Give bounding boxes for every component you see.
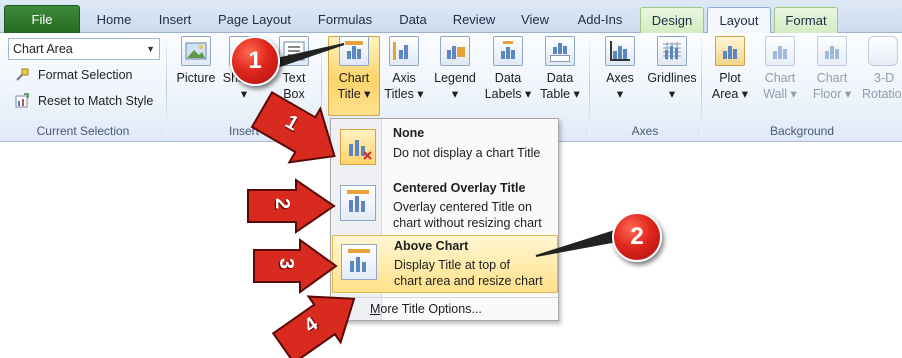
- annotation-pointer-lines: [266, 43, 620, 257]
- badge-2-pointer: [535, 228, 620, 257]
- annotation-arrow-1: [250, 90, 336, 164]
- annotation-arrow-3-label: 3: [275, 257, 298, 270]
- annotation-arrow-2-label: 2: [271, 197, 294, 210]
- annotation-badge-1: 1: [230, 36, 280, 86]
- annotation-arrow-4: [271, 295, 356, 358]
- annotation-badge-2: 2: [612, 212, 662, 262]
